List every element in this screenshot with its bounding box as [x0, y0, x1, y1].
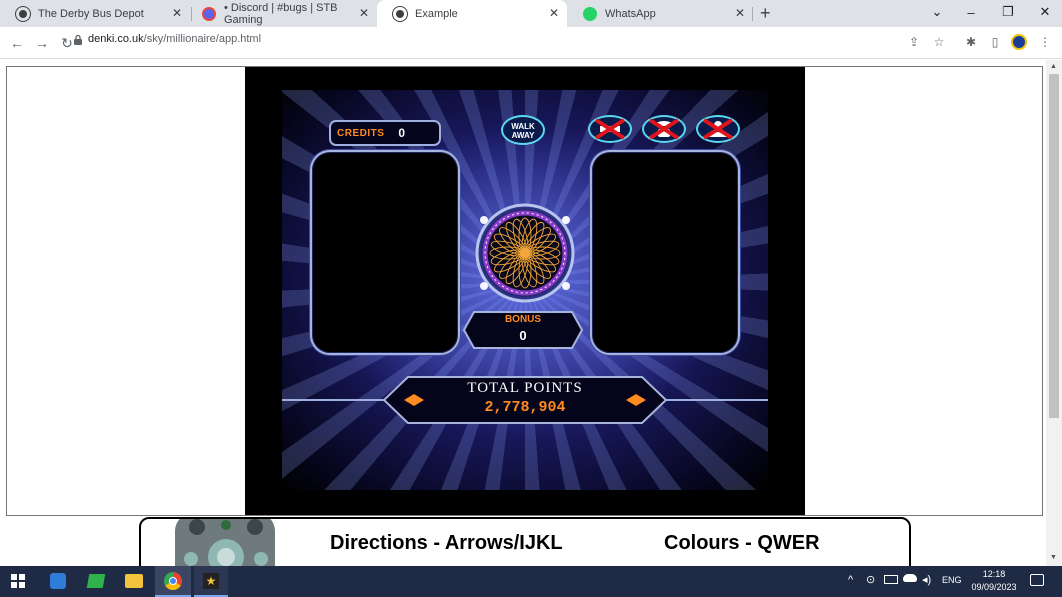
new-tab-button[interactable]: + — [760, 3, 771, 24]
globe-icon — [393, 6, 407, 21]
walk-away-button[interactable]: WALK AWAY — [501, 115, 545, 145]
lifeline-fifty-fifty-icon[interactable] — [588, 115, 632, 143]
chrome-taskbar-item[interactable] — [155, 566, 191, 597]
profile-avatar[interactable] — [1010, 33, 1028, 51]
minimize-button[interactable]: – — [956, 2, 986, 22]
url-path: /sky/millionaire/app.html — [143, 33, 262, 45]
url-host: denki.co.uk — [88, 33, 144, 45]
walk-away-line1: WALK — [511, 122, 535, 131]
left-player-panel — [310, 150, 460, 355]
windows-taskbar: ★ ^ ⊙ ◂) ENG 12:18 09/09/2023 — [0, 566, 1062, 597]
credits-box: CREDITS 0 — [329, 120, 441, 146]
browser-toolbar: ← → ↻ denki.co.uk/sky/millionaire/app.ht… — [0, 27, 1062, 59]
side-panel-icon[interactable]: ▯ — [986, 33, 1004, 51]
store-icon[interactable] — [50, 573, 66, 589]
bookmark-star-icon[interactable]: ☆ — [930, 33, 948, 51]
lifeline-phone-a-friend-icon[interactable] — [642, 115, 686, 143]
clock[interactable]: 12:18 09/09/2023 — [968, 568, 1020, 594]
game-stage: CREDITS 0 WALK AWAY BONUS 0 TOTAL POINTS… — [282, 90, 768, 490]
clock-date: 09/09/2023 — [971, 582, 1017, 592]
page-scrollbar[interactable]: ▲ ▼ — [1046, 60, 1062, 566]
app-taskbar-item[interactable]: ★ — [194, 566, 228, 597]
colours-instruction: Colours - QWER — [664, 532, 820, 554]
tab-title: Example — [415, 7, 458, 20]
lock-icon[interactable] — [74, 35, 82, 45]
tab-search-icon[interactable]: ⌄ — [922, 2, 952, 22]
windows-start-icon[interactable] — [11, 574, 25, 588]
tab-whatsapp[interactable]: WhatsApp ✕ — [567, 0, 753, 27]
close-icon[interactable]: ✕ — [735, 6, 745, 20]
right-player-panel — [590, 150, 740, 355]
game-screen[interactable]: CREDITS 0 WALK AWAY BONUS 0 TOTAL POINTS… — [245, 67, 805, 515]
battery-icon[interactable] — [884, 575, 898, 584]
remote-control-icon — [175, 519, 275, 573]
total-points-value: 2,778,904 — [484, 399, 566, 416]
tab-discord[interactable]: • Discord | #bugs | STB Gaming ✕ — [186, 0, 377, 27]
millionaire-logo-wheel — [475, 203, 575, 303]
window-close-button[interactable]: ✕ — [1030, 2, 1060, 22]
scrollbar-thumb[interactable] — [1049, 74, 1059, 418]
tab-strip: The Derby Bus Depot ✕ • Discord | #bugs … — [0, 0, 1062, 27]
xbox-app-icon[interactable] — [86, 574, 106, 588]
tab-title: • Discord | #bugs | STB Gaming — [224, 1, 338, 26]
tab-title: The Derby Bus Depot — [38, 7, 144, 20]
close-icon[interactable]: ✕ — [172, 6, 182, 20]
close-icon[interactable]: ✕ — [549, 6, 559, 20]
scroll-down-icon[interactable]: ▼ — [1050, 554, 1057, 561]
bonus-label: BONUS — [504, 314, 542, 325]
lifeline-ask-the-audience-icon[interactable] — [696, 115, 740, 143]
close-icon[interactable]: ✕ — [359, 6, 369, 20]
tab-example[interactable]: Example ✕ — [377, 0, 567, 27]
tab-title: WhatsApp — [605, 7, 656, 20]
credits-value: 0 — [398, 126, 406, 140]
share-icon[interactable]: ⇪ — [905, 33, 923, 51]
volume-icon[interactable]: ◂) — [922, 573, 931, 586]
discord-icon — [202, 6, 216, 21]
file-explorer-icon[interactable] — [125, 574, 143, 588]
bonus-value: 0 — [519, 328, 527, 343]
total-points-label: TOTAL POINTS — [467, 380, 583, 396]
tray-overflow-icon[interactable]: ^ — [848, 574, 853, 586]
tab-derby-bus-depot[interactable]: The Derby Bus Depot ✕ — [0, 0, 190, 27]
whatsapp-icon — [583, 6, 597, 21]
menu-icon[interactable]: ⋮ — [1036, 33, 1054, 51]
credits-label: CREDITS — [337, 127, 385, 139]
onedrive-icon[interactable] — [903, 574, 917, 582]
globe-icon — [16, 6, 30, 21]
tray-device-icon[interactable]: ⊙ — [866, 573, 875, 586]
language-indicator[interactable]: ENG — [942, 575, 962, 585]
scroll-up-icon[interactable]: ▲ — [1050, 63, 1057, 70]
page-content: CREDITS 0 WALK AWAY BONUS 0 TOTAL POINTS… — [0, 60, 1062, 577]
walk-away-line2: AWAY — [511, 131, 535, 140]
address-bar[interactable]: denki.co.uk/sky/millionaire/app.html — [88, 33, 261, 45]
clock-time: 12:18 — [982, 569, 1006, 579]
back-button[interactable]: ← — [6, 32, 28, 54]
star-app-icon: ★ — [203, 573, 219, 589]
notifications-icon[interactable] — [1030, 574, 1044, 586]
restore-button[interactable]: ❐ — [993, 2, 1023, 22]
app-iframe: CREDITS 0 WALK AWAY BONUS 0 TOTAL POINTS… — [6, 66, 1043, 516]
extensions-icon[interactable]: ✱ — [962, 33, 980, 51]
directions-instruction: Directions - Arrows/IJKL — [330, 532, 563, 554]
forward-button[interactable]: → — [31, 32, 53, 54]
